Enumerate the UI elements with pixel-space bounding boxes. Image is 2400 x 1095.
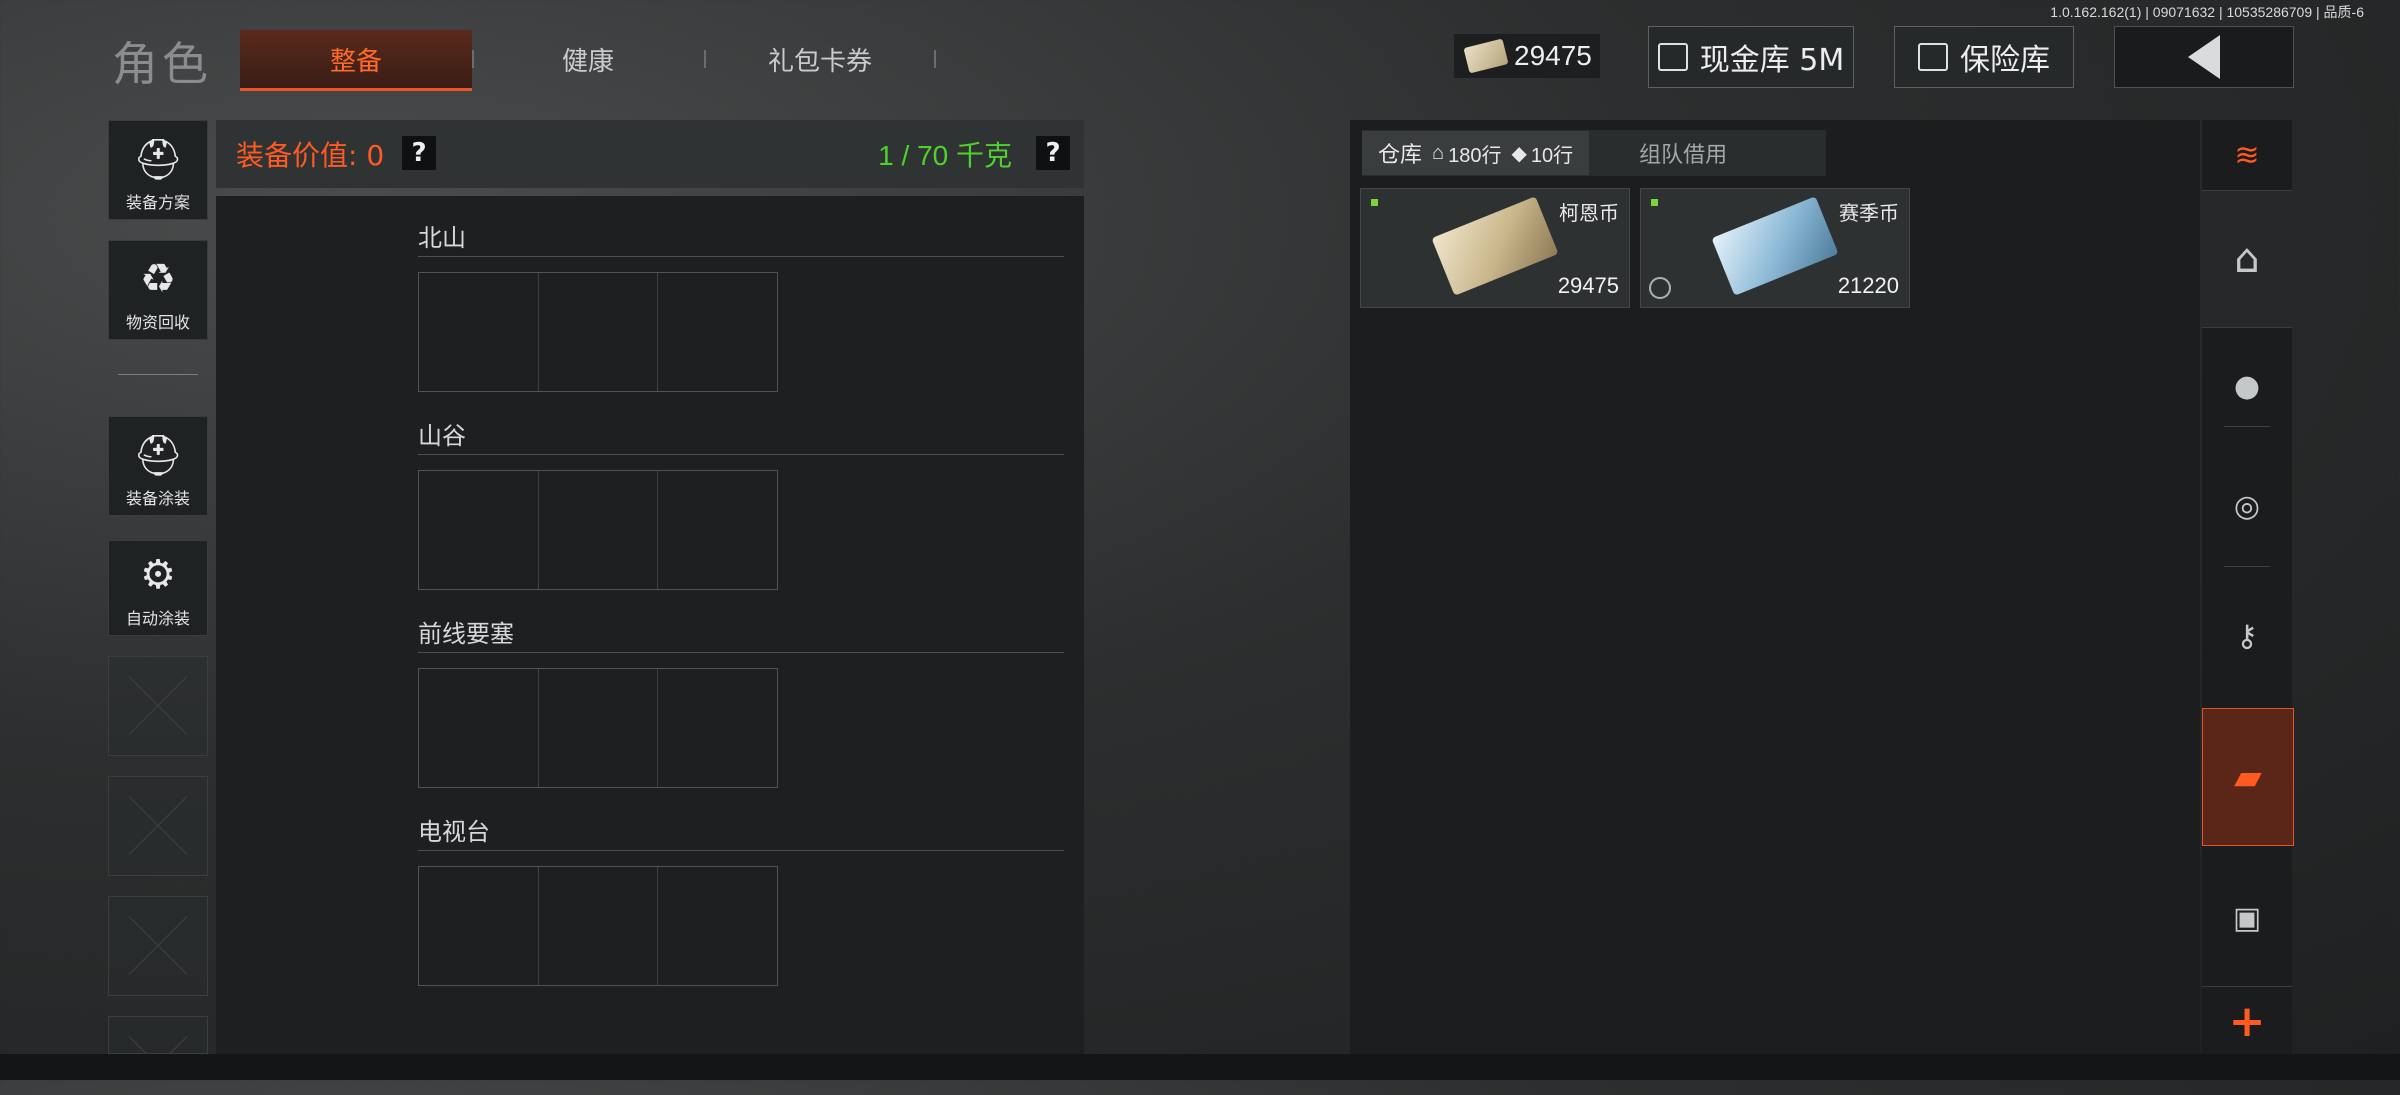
- season-coin-image: [1711, 196, 1839, 296]
- stash-rows: 180行: [1448, 144, 1502, 167]
- cash-vault-button[interactable]: 现金库 5M: [1648, 26, 1854, 88]
- tab-loadout[interactable]: 整备: [240, 30, 472, 91]
- grenade-icon: ●: [2233, 368, 2261, 404]
- empty-slot[interactable]: [108, 1016, 208, 1054]
- section-title: 北山: [418, 224, 466, 252]
- auto-paint-button[interactable]: ⚙ 自动涂装: [108, 540, 208, 636]
- tab-divider: [934, 50, 936, 68]
- map-slot-grid[interactable]: [418, 668, 778, 788]
- tab-health[interactable]: 健康: [472, 30, 704, 88]
- vault-card-icon: [1657, 43, 1688, 71]
- equipment-paint-button[interactable]: ⛑ 装备涂装: [108, 416, 208, 516]
- ticket-icon: ◆: [1511, 142, 1527, 165]
- section-divider: [418, 652, 1064, 653]
- helmet-loadout-icon: ⛑: [132, 136, 184, 183]
- category-coins[interactable]: ◎: [2202, 446, 2292, 566]
- empty-slot[interactable]: [108, 896, 208, 996]
- category-home[interactable]: ⌂: [2202, 190, 2292, 328]
- section-title: 前线要塞: [418, 620, 514, 648]
- loadout-plan-button[interactable]: ⛑ 装备方案: [108, 120, 208, 220]
- home-icon: ⌂: [2234, 236, 2260, 282]
- auto-paint-label: 自动涂装: [125, 609, 190, 628]
- stack-refresh-icon: ≋: [2234, 137, 2260, 173]
- coins-icon: ◎: [2233, 488, 2261, 524]
- bound-icon: [1649, 277, 1671, 299]
- paint-helmet-icon: ⛑: [132, 432, 184, 479]
- rarity-dot: [1651, 199, 1658, 206]
- empty-slot[interactable]: [108, 656, 208, 756]
- currency-display: 29475: [1454, 34, 1600, 78]
- rail-divider: [118, 374, 198, 375]
- stash-label: 仓库: [1378, 142, 1423, 167]
- map-slot-grid[interactable]: [418, 272, 778, 392]
- safe-box-button[interactable]: 保险库: [1894, 26, 2074, 88]
- sort-stack-button[interactable]: ≋: [2202, 120, 2292, 190]
- stash-category-rail: ≋ ⌂ ● ◎ ⚷ ▰ ▣ +: [2202, 120, 2294, 1055]
- supply-recycle-button[interactable]: ♻ 物资回收: [108, 240, 208, 340]
- tab-stash[interactable]: 仓库 ⌂ 180行 ◆ 10行: [1362, 131, 1590, 175]
- auto-paint-icon: ⚙: [140, 552, 176, 598]
- recycle-icon: ♻: [140, 256, 176, 302]
- back-button[interactable]: [2114, 26, 2294, 88]
- plus-icon: +: [2228, 995, 2266, 1047]
- key-icon: ⚷: [2236, 618, 2258, 654]
- tab-team-borrow[interactable]: 组队借用: [1639, 137, 1727, 169]
- rarity-dot: [1371, 199, 1378, 206]
- koen-coin-image: [1431, 196, 1559, 296]
- currency-amount: 29475: [1514, 40, 1592, 71]
- section-divider: [418, 256, 1064, 257]
- tab-gift-coupons[interactable]: 礼包卡券: [704, 30, 936, 88]
- equipment-paint-label: 装备涂装: [125, 489, 190, 508]
- value-help-button[interactable]: ?: [402, 136, 436, 170]
- category-box[interactable]: ▣: [2202, 858, 2292, 978]
- section-title: 山谷: [418, 422, 466, 450]
- page-title: 角色: [112, 37, 212, 91]
- map-slot-grid[interactable]: [418, 470, 778, 590]
- stash-item[interactable]: 赛季币 21220: [1640, 188, 1910, 308]
- equipment-value: 装备价值: 0: [236, 139, 385, 172]
- stash-item[interactable]: 柯恩币 29475: [1360, 188, 1630, 308]
- category-keys[interactable]: ⚷: [2202, 576, 2292, 696]
- section-title: 电视台: [418, 818, 490, 846]
- bottom-bar: [0, 1054, 2400, 1080]
- empty-slot[interactable]: [108, 776, 208, 876]
- home-icon: ⌂: [1432, 141, 1445, 164]
- weight-help-button[interactable]: ?: [1036, 136, 1070, 170]
- cash-bundle-icon: [1463, 38, 1509, 74]
- loadout-plan-label: 装备方案: [125, 193, 190, 212]
- cash-vault-label: 现金库 5M: [1699, 43, 1845, 78]
- build-info: 1.0.162.162(1) | 09071632 | 10535286709 …: [2050, 4, 2364, 20]
- item-name: 柯恩币: [1559, 201, 1619, 225]
- section-divider: [418, 454, 1064, 455]
- item-name: 赛季币: [1839, 201, 1899, 225]
- supply-recycle-label: 物资回收: [125, 313, 190, 332]
- safe-icon: [1918, 43, 1948, 71]
- ticket-rows: 10行: [1530, 144, 1574, 167]
- category-money[interactable]: ▰: [2202, 708, 2294, 846]
- section-divider: [418, 850, 1064, 851]
- carry-weight: 1 / 70 千克: [878, 140, 1012, 171]
- safe-box-label: 保险库: [1960, 43, 2050, 78]
- equipment-header: 装备价值: 0 ? 1 / 70 千克 ?: [216, 120, 1084, 188]
- item-count: 29475: [1557, 273, 1619, 298]
- add-category-button[interactable]: +: [2202, 986, 2292, 1055]
- item-count: 21220: [1837, 273, 1899, 298]
- stash-tabs: 仓库 ⌂ 180行 ◆ 10行 组队借用: [1362, 130, 1826, 176]
- chevron-left-icon: [2188, 35, 2220, 79]
- category-grenade[interactable]: ●: [2202, 326, 2292, 446]
- box-icon: ▣: [2232, 900, 2262, 936]
- money-icon: ▰: [2234, 756, 2262, 798]
- rail-divider: [2224, 566, 2270, 567]
- rail-divider: [2224, 426, 2270, 427]
- map-slot-grid[interactable]: [418, 866, 778, 986]
